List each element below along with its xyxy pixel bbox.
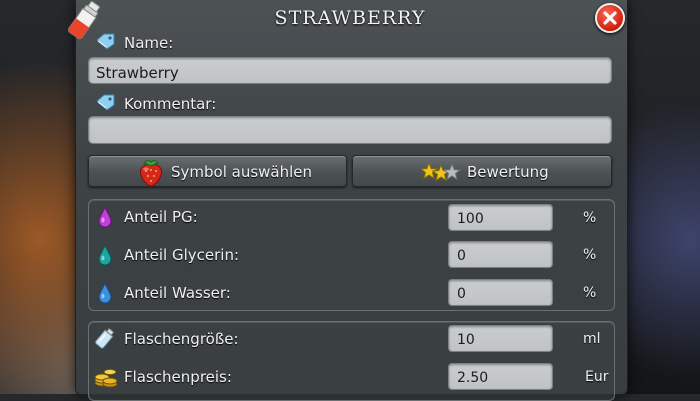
select-symbol-label: Symbol auswählen <box>171 163 313 181</box>
comment-input[interactable] <box>88 116 612 144</box>
bottle-size-input[interactable]: 10 <box>448 325 553 352</box>
strawberry-icon <box>135 157 167 191</box>
water-ratio-label: Anteil Wasser: <box>124 284 231 302</box>
bottle-price-label: Flaschenpreis: <box>124 368 232 386</box>
water-ratio-unit: % <box>583 285 597 301</box>
bottle-size-label: Flaschengröße: <box>124 330 239 348</box>
pg-ratio-unit: % <box>583 210 597 226</box>
rating-label: Bewertung <box>467 163 549 181</box>
blue-drop-icon <box>98 281 112 308</box>
tag-icon <box>94 32 116 54</box>
tag-icon <box>94 93 116 115</box>
pg-ratio-label: Anteil PG: <box>124 208 198 226</box>
water-ratio-input[interactable]: 0 <box>448 279 553 306</box>
comment-label: Kommentar: <box>124 95 217 113</box>
teal-drop-icon <box>98 243 112 270</box>
stars-icon <box>419 161 462 186</box>
bottle-price-input[interactable]: 2.50 <box>448 363 553 390</box>
coins-icon <box>94 364 118 392</box>
glycerin-ratio-input[interactable]: 0 <box>448 241 553 268</box>
select-symbol-button[interactable]: Symbol auswählen <box>88 155 347 187</box>
bottle-icon <box>94 327 116 353</box>
bottle-size-unit: ml <box>583 331 601 347</box>
purple-drop-icon <box>98 205 112 232</box>
close-icon <box>603 11 617 25</box>
close-button[interactable] <box>595 3 625 33</box>
name-input[interactable]: Strawberry <box>88 57 612 84</box>
pg-ratio-input[interactable]: 100 <box>448 204 553 231</box>
glycerin-ratio-label: Anteil Glycerin: <box>124 246 240 264</box>
bottle-price-unit: Eur <box>585 369 609 385</box>
name-label: Name: <box>124 34 174 52</box>
glycerin-ratio-unit: % <box>583 247 597 263</box>
rating-button[interactable]: Bewertung <box>352 155 612 187</box>
